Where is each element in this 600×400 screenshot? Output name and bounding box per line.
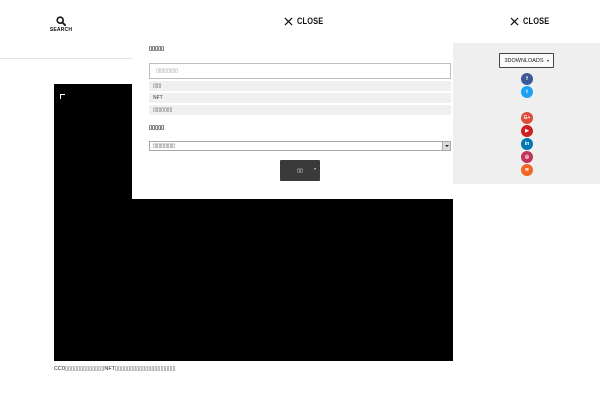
- search-icon: [56, 16, 66, 26]
- suggestion-item[interactable]: ▯▯▯: [149, 81, 451, 91]
- chevron-down-icon: [442, 142, 450, 150]
- category-select[interactable]: ▯▯▯▯▯▯▯▯: [149, 141, 451, 151]
- downloads-label: 3DOWNLOADS: [504, 57, 544, 64]
- share-panel: 3DOWNLOADS f t G+ ▶ in ◎ ≋: [453, 43, 600, 184]
- close-icon: [510, 17, 519, 26]
- search-button[interactable]: SEARCH: [48, 16, 74, 33]
- social-glyph: ≋: [524, 166, 530, 173]
- close-icon: [284, 17, 293, 26]
- caret-down-icon: [546, 59, 549, 62]
- suggestion-item[interactable]: NFT: [149, 93, 451, 103]
- social-glyph: G+: [523, 114, 531, 121]
- google-plus-icon[interactable]: G+: [521, 112, 533, 124]
- corner-mark-icon: [60, 94, 65, 99]
- caret-down-icon: [314, 168, 316, 170]
- rss-icon[interactable]: ≋: [521, 164, 533, 176]
- hero-caption: CC0▯▯▯▯▯▯▯▯▯▯▯▯▯NFT▯▯▯▯▯▯▯▯▯▯▯▯▯▯▯▯▯▯▯▯: [54, 366, 176, 372]
- social-glyph: ◎: [524, 153, 530, 160]
- close-label: CLOSE: [297, 16, 324, 27]
- header-divider: [0, 58, 132, 59]
- close-search-button[interactable]: CLOSE: [284, 16, 331, 27]
- social-glyph: f: [526, 75, 528, 82]
- close-share-button[interactable]: CLOSE: [510, 16, 557, 27]
- search-label: SEARCH: [49, 27, 73, 33]
- search-panel: ▯▯▯▯▯ ▯▯▯ NFT ▯▯▯▯▯▯▯ ▯▯▯▯▯ ▯▯▯▯▯▯▯▯ ▯▯: [132, 43, 453, 199]
- downloads-button[interactable]: 3DOWNLOADS: [499, 53, 554, 68]
- keyword-heading: ▯▯▯▯▯: [149, 46, 165, 52]
- category-heading: ▯▯▯▯▯: [149, 125, 165, 131]
- youtube-icon[interactable]: ▶: [521, 125, 533, 137]
- social-glyph: t: [526, 88, 528, 95]
- category-selected-value: ▯▯▯▯▯▯▯▯: [153, 143, 176, 149]
- instagram-icon[interactable]: ◎: [521, 151, 533, 163]
- social-glyph: ▶: [525, 127, 529, 134]
- keyword-input[interactable]: [149, 63, 451, 79]
- suggestion-item[interactable]: ▯▯▯▯▯▯▯: [149, 105, 451, 115]
- keyword-suggestions: ▯▯▯ NFT ▯▯▯▯▯▯▯: [149, 81, 451, 117]
- submit-label: ▯▯: [297, 167, 303, 174]
- facebook-icon[interactable]: f: [521, 73, 533, 85]
- linkedin-icon[interactable]: in: [521, 138, 533, 150]
- search-submit-button[interactable]: ▯▯: [280, 160, 320, 181]
- social-glyph: in: [524, 140, 530, 147]
- twitter-icon[interactable]: t: [521, 86, 533, 98]
- close-label: CLOSE: [523, 16, 550, 27]
